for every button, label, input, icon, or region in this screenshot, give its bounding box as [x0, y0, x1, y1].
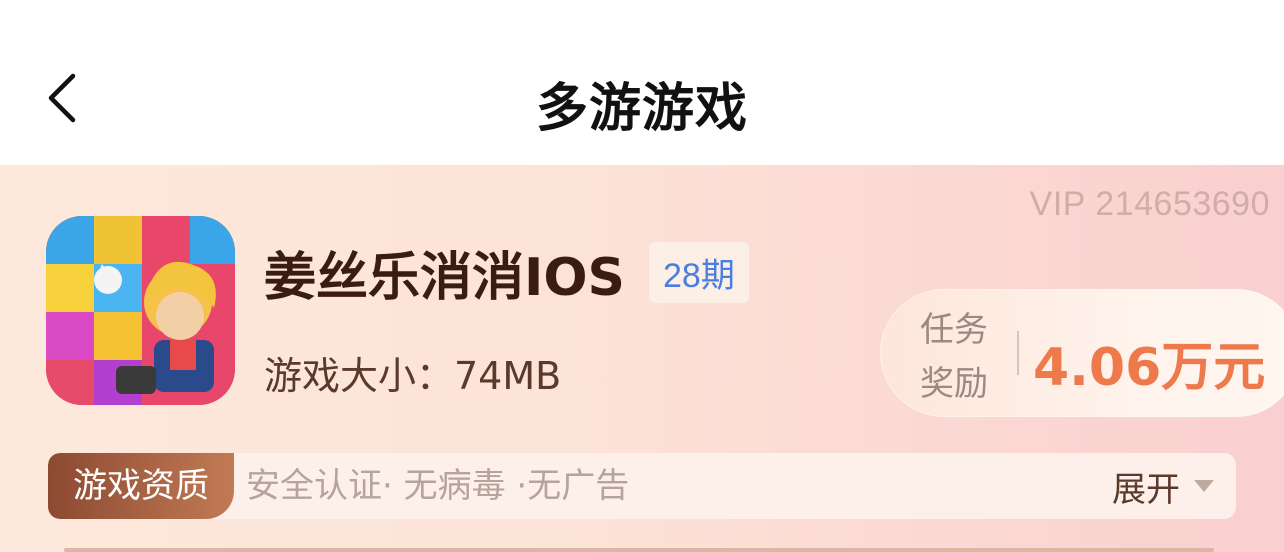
- qualification-bar: 游戏资质 安全认证· 无病毒 ·无广告 展开: [48, 453, 1236, 519]
- expand-label: 展开: [1112, 469, 1180, 510]
- qualification-text: 安全认证· 无病毒 ·无广告: [246, 466, 630, 506]
- expand-button[interactable]: 展开: [1112, 453, 1214, 519]
- game-size: 游戏大小：74MB: [264, 354, 562, 398]
- reward-label: 任务 奖励: [920, 303, 988, 411]
- reward-label-line1: 任务: [920, 310, 988, 350]
- game-app-icon[interactable]: [46, 216, 235, 405]
- page-title: 多游游戏: [535, 79, 748, 139]
- reward-label-line2: 奖励: [920, 364, 988, 404]
- game-card: VIP 214653690 姜丝乐消消IOS 28期 游戏大小：74MB 任务 …: [0, 165, 1284, 552]
- task-reward-pill: 任务 奖励 4.06万元: [880, 289, 1284, 417]
- vip-id-label: VIP 214653690: [1029, 185, 1270, 223]
- qualification-tag: 游戏资质: [48, 453, 234, 519]
- reward-amount: 4.06万元: [1033, 338, 1266, 398]
- reward-divider: [1017, 331, 1019, 375]
- section-divider: [64, 548, 1214, 552]
- period-badge: 28期: [649, 242, 749, 303]
- dropdown-triangle-icon: [1194, 480, 1214, 492]
- game-title-row: 姜丝乐消消IOS 28期: [264, 235, 749, 310]
- navigation-bar: 多游游戏: [0, 0, 1284, 165]
- game-title: 姜丝乐消消IOS: [264, 248, 626, 308]
